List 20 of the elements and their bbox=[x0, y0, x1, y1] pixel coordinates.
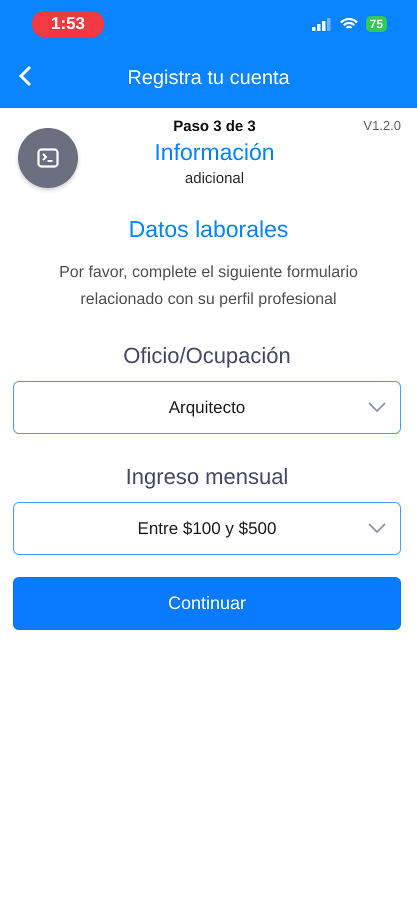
dropdown-field[interactable]: Entre $100 y $500 bbox=[13, 502, 401, 555]
signal-icon bbox=[312, 18, 332, 30]
section-description: Por favor, complete el siguiente formulario relacionado con su perfil profesional bbox=[58, 263, 359, 310]
wifi-icon bbox=[340, 18, 358, 30]
screen-title: Registra tu cuenta bbox=[127, 66, 290, 90]
back-icon[interactable] bbox=[18, 65, 32, 87]
section-title: Datos laborales bbox=[128, 216, 288, 243]
dropdown-field[interactable]: Arquitecto bbox=[13, 381, 401, 434]
continue-button[interactable]: Continuar bbox=[13, 577, 401, 630]
step-title: Información bbox=[154, 139, 275, 166]
field-label: Ingreso mensual bbox=[126, 464, 288, 490]
battery-level: 75 bbox=[366, 16, 387, 32]
terminal-icon bbox=[37, 148, 59, 168]
step-subtitle: adicional bbox=[184, 170, 244, 187]
version-label: V1.2.0 bbox=[362, 118, 401, 133]
chevron-down-icon bbox=[368, 402, 386, 412]
field-label: Oficio/Ocupación bbox=[123, 343, 291, 369]
status-time: 1:53 bbox=[32, 11, 104, 37]
step-counter: Paso 3 de 3 bbox=[173, 118, 256, 135]
chevron-down-icon bbox=[368, 523, 386, 533]
